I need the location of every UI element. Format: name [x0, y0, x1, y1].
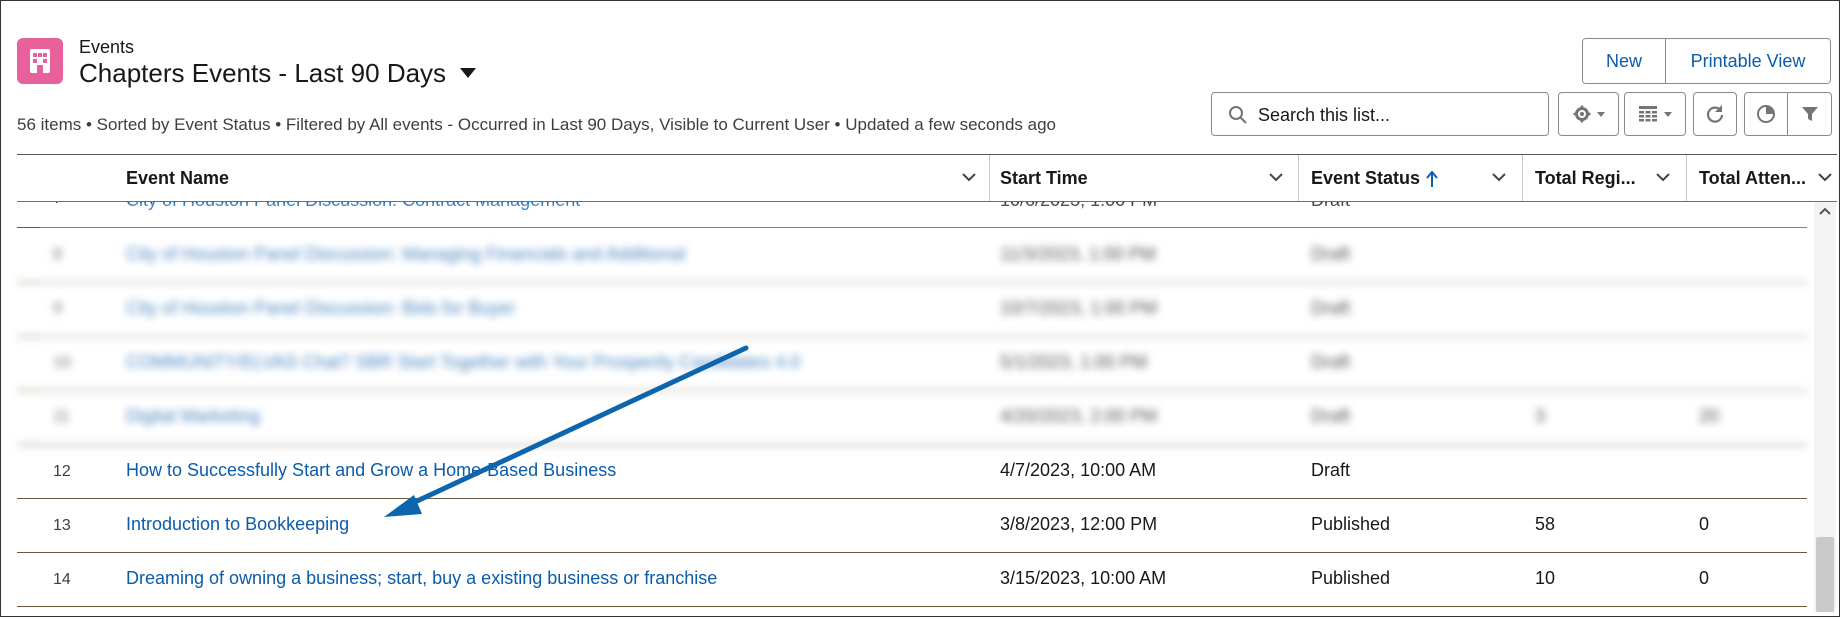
column-label: Total Atten...	[1699, 168, 1806, 188]
filter-icon	[1801, 107, 1818, 121]
blur-overlay	[40, 203, 1808, 443]
chevron-down-icon[interactable]	[1268, 171, 1284, 183]
row-number: 14	[53, 571, 71, 588]
column-header-event-name[interactable]: Event Name	[126, 155, 986, 202]
printable-view-button[interactable]: Printable View	[1666, 39, 1830, 83]
table-row[interactable]: 13 Introduction to Bookkeeping 3/8/2023,…	[17, 498, 1807, 553]
list-view-title: Chapters Events - Last 90 Days	[79, 58, 447, 88]
caret-down-icon[interactable]	[460, 68, 477, 79]
total-attendees: 0	[1699, 568, 1710, 588]
chevron-down-icon[interactable]	[1655, 171, 1671, 183]
column-header-start-time[interactable]: Start Time	[1000, 155, 1296, 202]
column-label: Event Status	[1311, 168, 1421, 188]
chevron-down-icon[interactable]	[1491, 171, 1507, 183]
scroll-up-icon[interactable]	[1818, 206, 1832, 216]
event-status: Published	[1311, 514, 1391, 534]
list-view-controls-button[interactable]	[1558, 92, 1619, 136]
scrollbar-thumb[interactable]	[1816, 537, 1834, 612]
action-button-group: New Printable View	[1582, 38, 1831, 84]
total-registrations: 58	[1535, 514, 1556, 534]
row-number: 13	[53, 517, 71, 534]
sort-up-icon	[1426, 169, 1438, 187]
start-time: 3/15/2023, 10:00 AM	[1000, 568, 1167, 588]
table-row[interactable]: 14 Dreaming of owning a business; start,…	[17, 552, 1807, 607]
new-button[interactable]: New	[1583, 39, 1666, 83]
total-attendees: 0	[1699, 514, 1710, 534]
column-divider[interactable]	[1686, 155, 1687, 202]
chevron-down-icon	[1596, 111, 1605, 117]
search-icon	[1229, 106, 1247, 124]
calendar-building-icon	[30, 49, 50, 73]
list-view-selector[interactable]: Chapters Events - Last 90 Days	[79, 58, 477, 89]
event-name-link[interactable]: How to Successfully Start and Grow a Hom…	[126, 460, 616, 481]
charts-icon	[1757, 105, 1775, 123]
event-status: Draft	[1311, 460, 1351, 480]
column-divider[interactable]	[1298, 155, 1299, 202]
column-label: Total Regi...	[1535, 168, 1636, 188]
chevron-down-icon[interactable]	[1817, 171, 1833, 183]
chevron-down-icon[interactable]	[961, 171, 977, 183]
event-name-link[interactable]: Introduction to Bookkeeping	[126, 514, 349, 535]
table-row[interactable]: 12 How to Successfully Start and Grow a …	[17, 444, 1807, 499]
column-divider[interactable]	[989, 155, 990, 202]
search-placeholder: Search this list...	[1258, 105, 1391, 125]
search-list-input[interactable]: Search this list...	[1211, 92, 1549, 136]
list-info-summary: 56 items • Sorted by Event Status • Filt…	[17, 115, 1056, 134]
total-registrations: 10	[1535, 568, 1556, 588]
event-name-link[interactable]: Dreaming of owning a business; start, bu…	[126, 568, 717, 589]
filter-button[interactable]	[1787, 92, 1832, 136]
column-header-total-registrations[interactable]: Total Regi...	[1535, 155, 1675, 202]
display-as-table-icon	[1639, 106, 1657, 122]
refresh-button[interactable]	[1693, 92, 1737, 136]
events-object-icon	[17, 38, 63, 84]
refresh-icon	[1706, 105, 1724, 123]
column-label: Event Name	[126, 168, 230, 188]
charts-button[interactable]	[1744, 92, 1788, 136]
column-header-event-status[interactable]: Event Status	[1311, 155, 1521, 202]
display-as-button[interactable]	[1624, 92, 1686, 136]
column-label: Start Time	[1000, 168, 1088, 188]
row-number: 12	[53, 463, 71, 480]
start-time: 3/8/2023, 12:00 PM	[1000, 514, 1158, 534]
chevron-down-icon	[1664, 111, 1672, 117]
object-label: Events	[79, 37, 135, 57]
column-header-total-attendees[interactable]: Total Atten...	[1699, 155, 1834, 202]
start-time: 4/7/2023, 10:00 AM	[1000, 460, 1157, 480]
column-divider[interactable]	[1522, 155, 1523, 202]
gear-icon	[1573, 105, 1590, 123]
event-status: Published	[1311, 568, 1391, 588]
